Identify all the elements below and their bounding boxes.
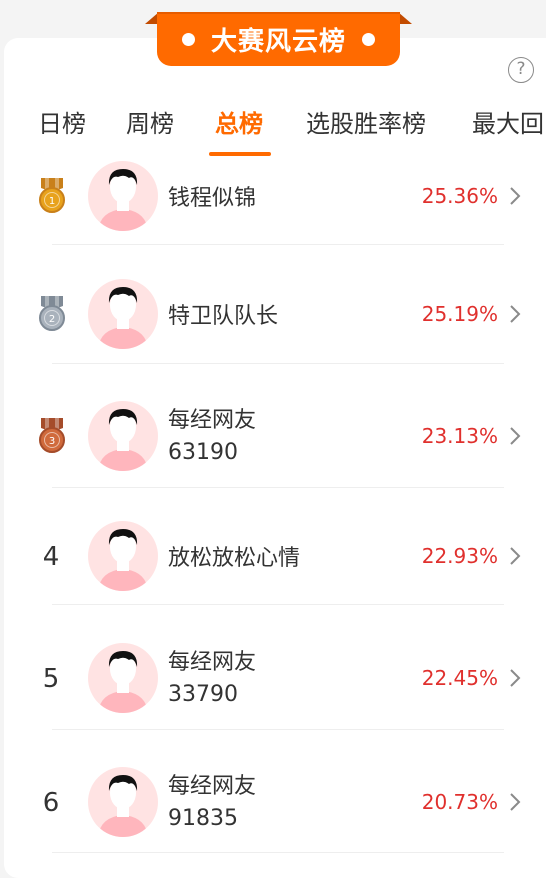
rank-number: 4: [42, 541, 60, 572]
ranking-row[interactable]: 5 每经网友 33790 22.45%: [0, 630, 546, 730]
ranking-row[interactable]: 2 特卫队队长 25.19%: [0, 268, 546, 363]
page-title: 大赛风云榜: [210, 26, 346, 57]
return-percent: 22.93%: [421, 543, 498, 568]
row-divider: [52, 363, 504, 364]
svg-text:3: 3: [49, 436, 55, 447]
banner-dot-right: [362, 32, 375, 46]
svg-text:1: 1: [49, 196, 55, 207]
svg-text:2: 2: [49, 314, 55, 325]
gold-medal-icon: 1: [36, 177, 68, 214]
ranking-row[interactable]: 3 每经网友 63190 23.13%: [0, 388, 546, 488]
tab-daily[interactable]: 日榜: [38, 104, 86, 139]
return-percent: 23.13%: [421, 424, 498, 448]
user-name: 特卫队队长: [168, 303, 279, 329]
tab-win-rate[interactable]: 选股胜率榜: [306, 104, 426, 139]
ranking-row[interactable]: 1 钱程似锦 25.36%: [0, 150, 546, 245]
avatar[interactable]: [88, 520, 158, 591]
chevron-right-icon[interactable]: [508, 667, 522, 689]
avatar[interactable]: [88, 767, 158, 837]
banner-ear-right: [398, 12, 412, 24]
avatar[interactable]: [88, 401, 158, 471]
user-name: 每经网友: [168, 650, 257, 675]
user-name-id: 91835: [168, 806, 238, 831]
silver-medal-icon: 2: [36, 295, 68, 332]
banner-ribbon: 大赛风云榜: [157, 12, 400, 66]
avatar[interactable]: [88, 278, 158, 349]
avatar[interactable]: [88, 160, 158, 231]
user-name: 每经网友: [168, 408, 257, 433]
banner: 大赛风云榜: [143, 10, 414, 68]
chevron-right-icon[interactable]: [508, 425, 522, 447]
tab-max-drawdown[interactable]: 最大回: [472, 104, 544, 139]
rank-number: 5: [42, 664, 60, 694]
chevron-right-icon[interactable]: [508, 791, 522, 813]
return-percent: 25.19%: [421, 301, 498, 326]
user-name: 钱程似锦: [168, 185, 257, 211]
row-divider: [52, 852, 504, 853]
row-divider: [52, 244, 504, 245]
rank-number: 6: [42, 788, 60, 818]
row-divider: [52, 487, 504, 488]
return-percent: 25.36%: [421, 183, 498, 208]
tab-overall[interactable]: 总榜: [215, 104, 263, 139]
user-name-id: 63190: [168, 440, 238, 465]
chevron-right-icon[interactable]: [508, 545, 522, 567]
row-divider: [52, 604, 504, 605]
return-percent: 22.45%: [421, 666, 498, 690]
user-name-id: 33790: [168, 682, 238, 707]
return-percent: 20.73%: [421, 790, 498, 814]
banner-dot-left: [181, 32, 195, 46]
user-name: 放松放松心情: [168, 545, 301, 571]
ranking-row[interactable]: 6 每经网友 91835 20.73%: [0, 754, 546, 854]
help-icon[interactable]: ?: [508, 57, 534, 83]
avatar[interactable]: [88, 643, 158, 713]
tab-weekly[interactable]: 周榜: [126, 104, 174, 139]
user-name: 每经网友: [168, 774, 257, 799]
row-divider: [52, 729, 504, 730]
ranking-row[interactable]: 4 放松放松心情 22.93%: [0, 510, 546, 605]
chevron-right-icon[interactable]: [508, 303, 522, 325]
chevron-right-icon[interactable]: [508, 185, 522, 207]
bronze-medal-icon: 3: [36, 418, 68, 454]
